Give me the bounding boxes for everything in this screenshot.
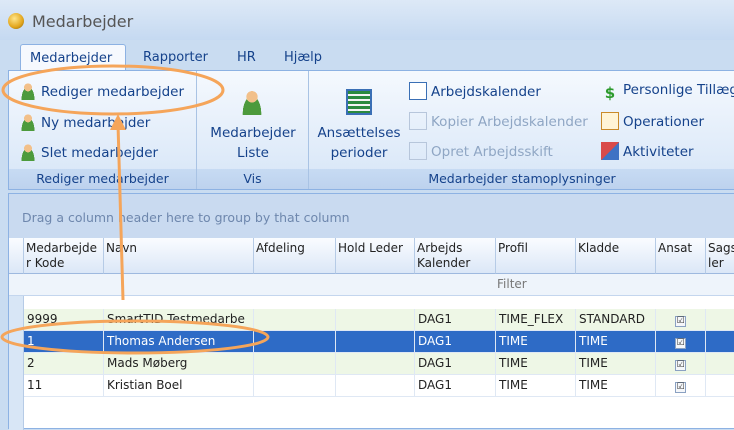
ansat-checkbox-cell[interactable]: ☑ bbox=[656, 353, 706, 375]
kopier-arbejdskalender-button[interactable]: Kopier Arbejdskalender bbox=[409, 112, 588, 130]
group-vis: Medarbejder Liste Vis bbox=[197, 71, 309, 189]
copy-calendar-icon bbox=[409, 112, 427, 130]
window-title: Medarbejder bbox=[32, 12, 134, 31]
table-cell[interactable]: TIME bbox=[576, 375, 656, 397]
table-icon bbox=[346, 89, 372, 115]
group-by-panel[interactable]: Drag a column header here to group by th… bbox=[9, 194, 734, 238]
group-label: Medarbejder stamoplysninger bbox=[309, 169, 734, 189]
medarbejder-liste-button[interactable]: Medarbejder Liste bbox=[197, 89, 309, 163]
ny-medarbejder-button[interactable]: Ny medarbejder bbox=[19, 113, 150, 131]
arbejdskalender-button[interactable]: Arbejdskalender bbox=[409, 82, 541, 100]
table-cell[interactable]: TIME bbox=[496, 331, 576, 353]
table-cell[interactable] bbox=[706, 331, 734, 353]
aktiviteter-button[interactable]: Aktiviteter bbox=[601, 142, 694, 160]
ansaettelses-perioder-button[interactable]: Ansættelses perioder bbox=[309, 89, 409, 163]
col-header-ansat[interactable]: Ansat bbox=[656, 238, 706, 274]
table-cell[interactable]: TIME bbox=[576, 331, 656, 353]
checkbox[interactable]: ☑ bbox=[675, 382, 686, 393]
table-cell[interactable]: SmartTID Testmedarbe bbox=[104, 309, 254, 331]
operationer-button[interactable]: Operationer bbox=[601, 112, 704, 130]
col-header-arbejds-kalender[interactable]: Arbejds Kalender bbox=[415, 238, 496, 274]
table-cell[interactable]: Thomas Andersen bbox=[104, 331, 254, 353]
table-cell[interactable]: 11 bbox=[24, 375, 104, 397]
table-cell[interactable] bbox=[254, 375, 336, 397]
table-cell[interactable]: DAG1 bbox=[415, 331, 496, 353]
col-header-navn[interactable]: Navn bbox=[104, 238, 254, 274]
table-cell[interactable]: TIME bbox=[496, 353, 576, 375]
table-cell[interactable] bbox=[706, 375, 734, 397]
table-row[interactable]: 9999 SmartTID Testmedarbe DAG1 TIME_FLEX STA… bbox=[24, 309, 734, 331]
table-cell[interactable] bbox=[254, 353, 336, 375]
group-label: Rediger medarbejder bbox=[9, 169, 196, 189]
tab-medarbejder[interactable]: Medarbejder bbox=[20, 44, 126, 71]
calendar-icon bbox=[409, 82, 427, 100]
table-cell[interactable]: DAG1 bbox=[415, 353, 496, 375]
users-icon bbox=[239, 89, 265, 115]
app-icon bbox=[8, 13, 24, 29]
ansat-checkbox-cell[interactable]: ☑ bbox=[656, 331, 706, 353]
ansat-checkbox-cell[interactable]: ☑ bbox=[656, 375, 706, 397]
group-stamoplysninger: Ansættelses perioder Arbejdskalender Kop… bbox=[309, 71, 734, 189]
personlige-tillaeg-button[interactable]: $ Personlige Tillæg bbox=[601, 82, 734, 102]
checkbox[interactable]: ☑ bbox=[675, 316, 686, 327]
checkbox[interactable]: ☑ bbox=[675, 360, 686, 371]
col-header-kode[interactable]: Medarbejde r Kode bbox=[24, 238, 104, 274]
corner-header bbox=[9, 238, 24, 274]
table-row[interactable]: 11 Kristian Boel DAG1 TIME TIME ☑ bbox=[24, 375, 734, 397]
activities-icon bbox=[601, 142, 619, 160]
table-cell[interactable]: Mads Møberg bbox=[104, 353, 254, 375]
edit-user-icon bbox=[19, 82, 37, 100]
ansat-checkbox-cell[interactable]: ☑ bbox=[656, 309, 706, 331]
table-cell[interactable]: Kristian Boel bbox=[104, 375, 254, 397]
table-cell[interactable]: 2 bbox=[24, 353, 104, 375]
table-row[interactable]: 1 Thomas Andersen DAG1 TIME TIME ☑ bbox=[24, 331, 734, 353]
tab-hr[interactable]: HR bbox=[237, 44, 256, 71]
table-cell[interactable]: STANDARD bbox=[576, 309, 656, 331]
col-header-afdeling[interactable]: Afdeling bbox=[254, 238, 336, 274]
col-header-sagsler[interactable]: Sags ler bbox=[706, 238, 734, 274]
tab-rapporter[interactable]: Rapporter bbox=[143, 44, 208, 71]
title-bar: Medarbejder bbox=[0, 0, 734, 40]
table-cell[interactable]: DAG1 bbox=[415, 375, 496, 397]
ribbon-tabs: Medarbejder Rapporter HR Hjælp bbox=[0, 44, 734, 71]
table-cell[interactable]: TIME_FLEX bbox=[496, 309, 576, 331]
table-cell[interactable] bbox=[336, 353, 415, 375]
filter-row[interactable]: Filter bbox=[9, 274, 734, 296]
checkbox[interactable]: ☑ bbox=[675, 338, 686, 349]
table-cell[interactable]: 9999 bbox=[24, 309, 104, 331]
table-cell[interactable]: DAG1 bbox=[415, 309, 496, 331]
table-cell[interactable]: TIME bbox=[576, 353, 656, 375]
table-cell[interactable]: 1 bbox=[24, 331, 104, 353]
table-cell[interactable] bbox=[254, 331, 336, 353]
col-header-kladde[interactable]: Kladde bbox=[576, 238, 656, 274]
table-cell[interactable] bbox=[706, 353, 734, 375]
employee-grid: Drag a column header here to group by th… bbox=[8, 193, 734, 430]
table-cell[interactable] bbox=[336, 331, 415, 353]
table-cell[interactable] bbox=[336, 375, 415, 397]
group-rediger-medarbejder: Rediger medarbejder Ny medarbejder Slet … bbox=[9, 71, 197, 189]
add-user-icon bbox=[19, 113, 37, 131]
table-cell[interactable] bbox=[706, 309, 734, 331]
table-cell[interactable] bbox=[336, 309, 415, 331]
operations-icon bbox=[601, 112, 619, 130]
delete-user-icon bbox=[19, 143, 37, 161]
group-label: Vis bbox=[197, 169, 308, 189]
table-row[interactable]: 2 Mads Møberg DAG1 TIME TIME ☑ bbox=[24, 353, 734, 375]
dollar-icon: $ bbox=[604, 84, 616, 102]
opret-arbejdsskift-button[interactable]: Opret Arbejdsskift bbox=[409, 142, 553, 160]
rediger-medarbejder-button[interactable]: Rediger medarbejder bbox=[19, 82, 184, 100]
shift-icon bbox=[409, 142, 427, 160]
table-cell[interactable] bbox=[254, 309, 336, 331]
table-cell[interactable]: TIME bbox=[496, 375, 576, 397]
ribbon: Rediger medarbejder Ny medarbejder Slet … bbox=[8, 70, 734, 190]
slet-medarbejder-button[interactable]: Slet medarbejder bbox=[19, 143, 158, 161]
tab-hjaelp[interactable]: Hjælp bbox=[284, 44, 322, 71]
col-header-hold-leder[interactable]: Hold Leder bbox=[336, 238, 415, 274]
col-header-profil[interactable]: Profil bbox=[496, 238, 576, 274]
